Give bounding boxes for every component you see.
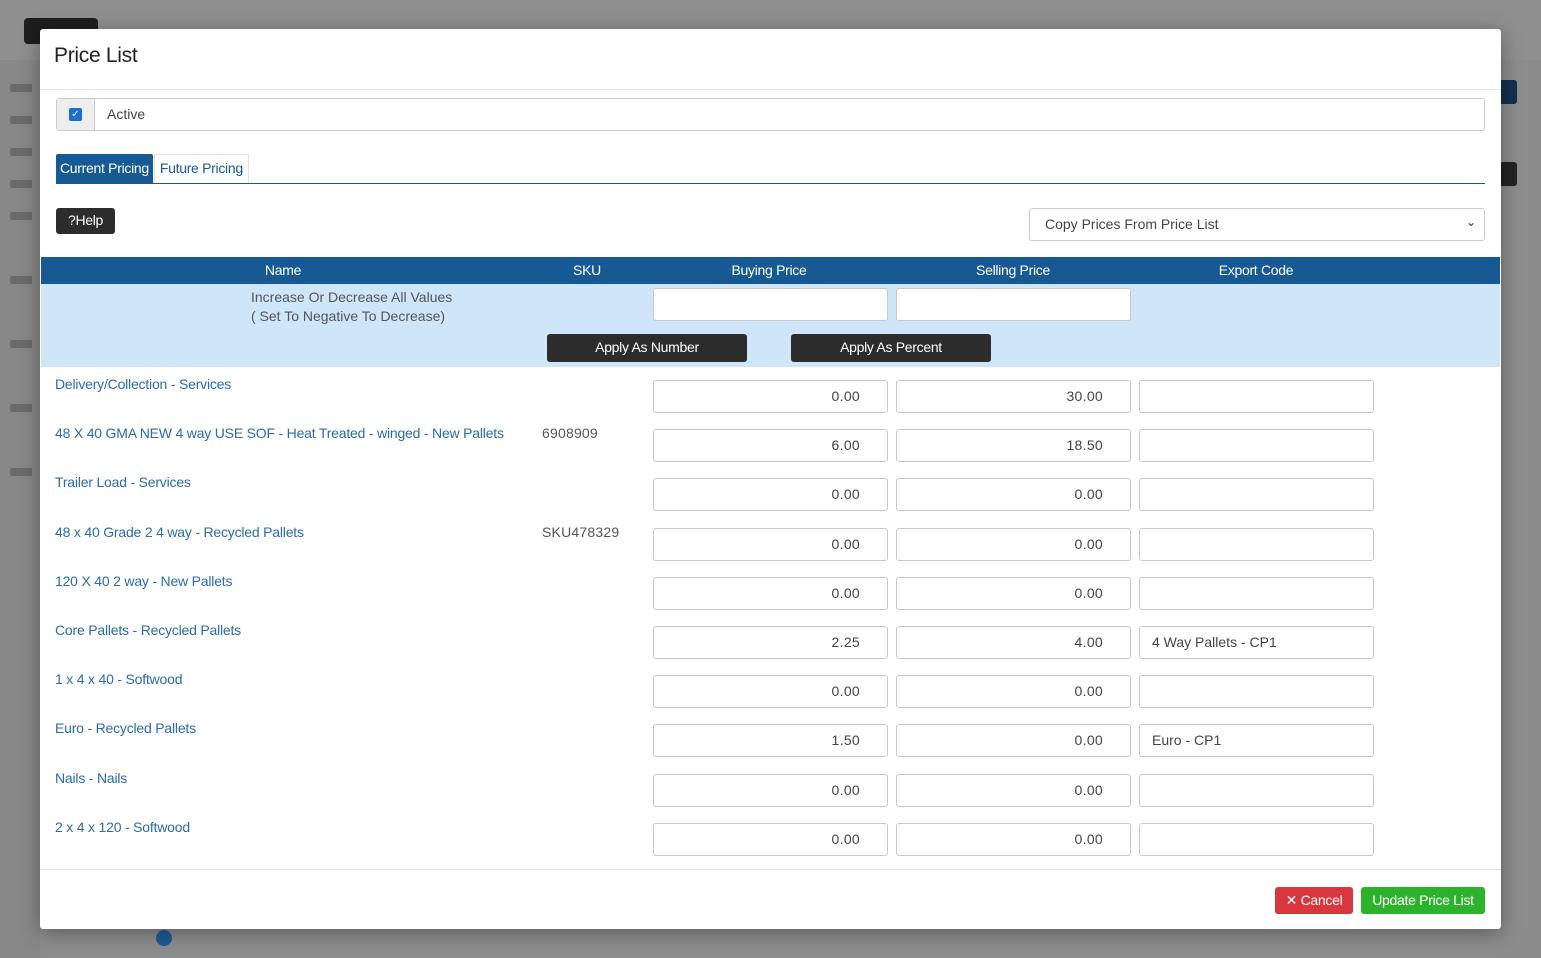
active-checkbox[interactable]: ✓ [69,108,82,121]
product-name-link[interactable]: Core Pallets - Recycled Pallets [55,622,241,638]
column-header-selling-price: Selling Price [976,262,1050,278]
export-code-input[interactable] [1139,527,1374,561]
product-name-link[interactable]: Delivery/Collection - Services [55,376,231,392]
price-list-modal: Price List ✓ Active Current Pricing Futu… [40,29,1501,929]
tab-future-pricing[interactable]: Future Pricing [153,154,249,183]
buying-price-input[interactable]: 0.00 [653,576,888,610]
product-sku: SKU478329 [542,523,620,540]
bulk-adjust-label: Increase Or Decrease All Values ( Set To… [251,289,453,324]
copy-prices-select-value: Copy Prices From Price List [1045,216,1219,232]
table-row: 1 x 4 x 40 - Softwood 0.00 0.00 [40,662,1501,711]
column-header-name: Name [264,262,302,278]
background-sidebar-item [10,116,32,124]
apply-as-number-button[interactable]: Apply As Number [547,334,747,362]
table-row: 120 X 40 2 way - New Pallets 0.00 0.00 [40,564,1501,613]
background-sidebar-item [10,212,32,220]
selling-price-input[interactable]: 0.00 [896,822,1131,856]
buying-price-input[interactable]: 0.00 [653,380,888,413]
table-row: 2 x 4 x 120 - Softwood 0.00 0.00 [40,810,1501,859]
background-sidebar [0,60,40,958]
column-header-export-code: Export Code [1218,262,1294,278]
cancel-button[interactable]: ✕ Cancel [1275,887,1353,914]
export-code-input[interactable]: 4 Way Pallets - CP1 [1139,625,1374,659]
pricing-tabs: Current Pricing Future Pricing [56,154,1485,184]
selling-price-input[interactable]: 0.00 [896,527,1131,561]
export-code-input[interactable] [1139,478,1374,512]
column-header-sku: SKU [573,262,601,278]
modal-header: Price List [40,29,1501,90]
table-header: Name SKU Buying Price Selling Price Expo… [41,257,1500,284]
buying-price-input[interactable]: 0.00 [653,675,888,709]
table-row: 48 X 40 GMA NEW 4 way USE SOF - Heat Tre… [40,416,1501,465]
background-sidebar-item [10,84,32,92]
selling-price-input[interactable]: 4.00 [896,625,1131,659]
background-sidebar-item [10,148,32,156]
product-name-link[interactable]: Trailer Load - Services [55,474,191,490]
product-name-link[interactable]: Euro - Recycled Pallets [55,720,196,736]
buying-price-input[interactable]: 0.00 [653,822,888,856]
help-button[interactable]: ?Help [56,208,115,234]
buying-price-input[interactable]: 2.25 [653,625,888,659]
selling-price-input[interactable]: 0.00 [896,478,1131,512]
update-price-list-button[interactable]: Update Price List [1361,887,1485,914]
selling-price-input[interactable]: 0.00 [896,675,1131,709]
bulk-selling-price-input[interactable] [896,288,1131,321]
export-code-input[interactable] [1139,576,1374,610]
table-row: Nails - Nails 0.00 0.00 [40,761,1501,810]
buying-price-input[interactable]: 6.00 [653,429,888,463]
table-row: 48 x 40 Grade 2 4 way - Recycled Pallets… [40,515,1501,564]
export-code-input[interactable] [1139,429,1374,463]
background-sidebar-item [10,340,32,348]
background-button [1499,162,1517,186]
selling-price-input[interactable]: 0.00 [896,724,1131,758]
export-code-input[interactable]: Euro - CP1 [1139,724,1374,758]
product-name-link[interactable]: Nails - Nails [55,770,127,786]
price-rows: Delivery/Collection - Services 0.00 30.00 4… [40,367,1501,859]
table-row: Euro - Recycled Pallets 1.50 0.00 Euro - CP… [40,711,1501,760]
background-sidebar-item [10,180,32,188]
export-code-input[interactable] [1139,380,1374,413]
selling-price-input[interactable]: 18.50 [896,429,1131,463]
buying-price-input[interactable]: 1.50 [653,724,888,758]
table-row: Core Pallets - Recycled Pallets 2.25 4.00 4… [40,613,1501,662]
active-label: Active [107,106,146,122]
table-row: Delivery/Collection - Services 0.00 30.00 [40,367,1501,416]
bulk-adjust-row: Increase Or Decrease All Values ( Set To… [41,284,1500,367]
tab-current-pricing[interactable]: Current Pricing [56,154,153,183]
buying-price-input[interactable]: 0.00 [653,773,888,807]
column-header-buying-price: Buying Price [731,262,807,278]
export-code-input[interactable] [1139,822,1374,856]
apply-as-percent-button[interactable]: Apply As Percent [791,334,991,362]
product-name-link[interactable]: 120 X 40 2 way - New Pallets [55,573,232,589]
active-toggle-row: ✓ Active [56,98,1485,131]
export-code-input[interactable] [1139,675,1374,709]
bulk-buying-price-input[interactable] [653,288,888,321]
background-sidebar-item [10,468,32,476]
selling-price-input[interactable]: 30.00 [896,380,1131,413]
chevron-down-icon: ⌄ [1465,215,1476,229]
active-checkbox-wrapper[interactable]: ✓ [57,99,95,130]
background-sidebar-item [10,404,32,412]
modal-title: Price List [54,44,138,67]
buying-price-input[interactable]: 0.00 [653,527,888,561]
table-row: Trailer Load - Services 0.00 0.00 [40,465,1501,514]
buying-price-input[interactable]: 0.00 [653,478,888,512]
product-name-link[interactable]: 2 x 4 x 120 - Softwood [55,819,190,835]
product-name-link[interactable]: 1 x 4 x 40 - Softwood [55,671,183,687]
selling-price-input[interactable]: 0.00 [896,576,1131,610]
copy-prices-select[interactable]: Copy Prices From Price List ⌄ [1029,208,1485,241]
product-sku: 6908909 [542,425,598,442]
selling-price-input[interactable]: 0.00 [896,773,1131,807]
product-name-link[interactable]: 48 X 40 GMA NEW 4 way USE SOF - Heat Tre… [55,425,504,441]
modal-footer: ✕ Cancel Update Price List [40,869,1501,929]
background-toggle [156,930,172,946]
product-name-link[interactable]: 48 x 40 Grade 2 4 way - Recycled Pallets [55,524,304,540]
background-sidebar-item [10,276,32,284]
background-button [1499,80,1517,104]
export-code-input[interactable] [1139,773,1374,807]
